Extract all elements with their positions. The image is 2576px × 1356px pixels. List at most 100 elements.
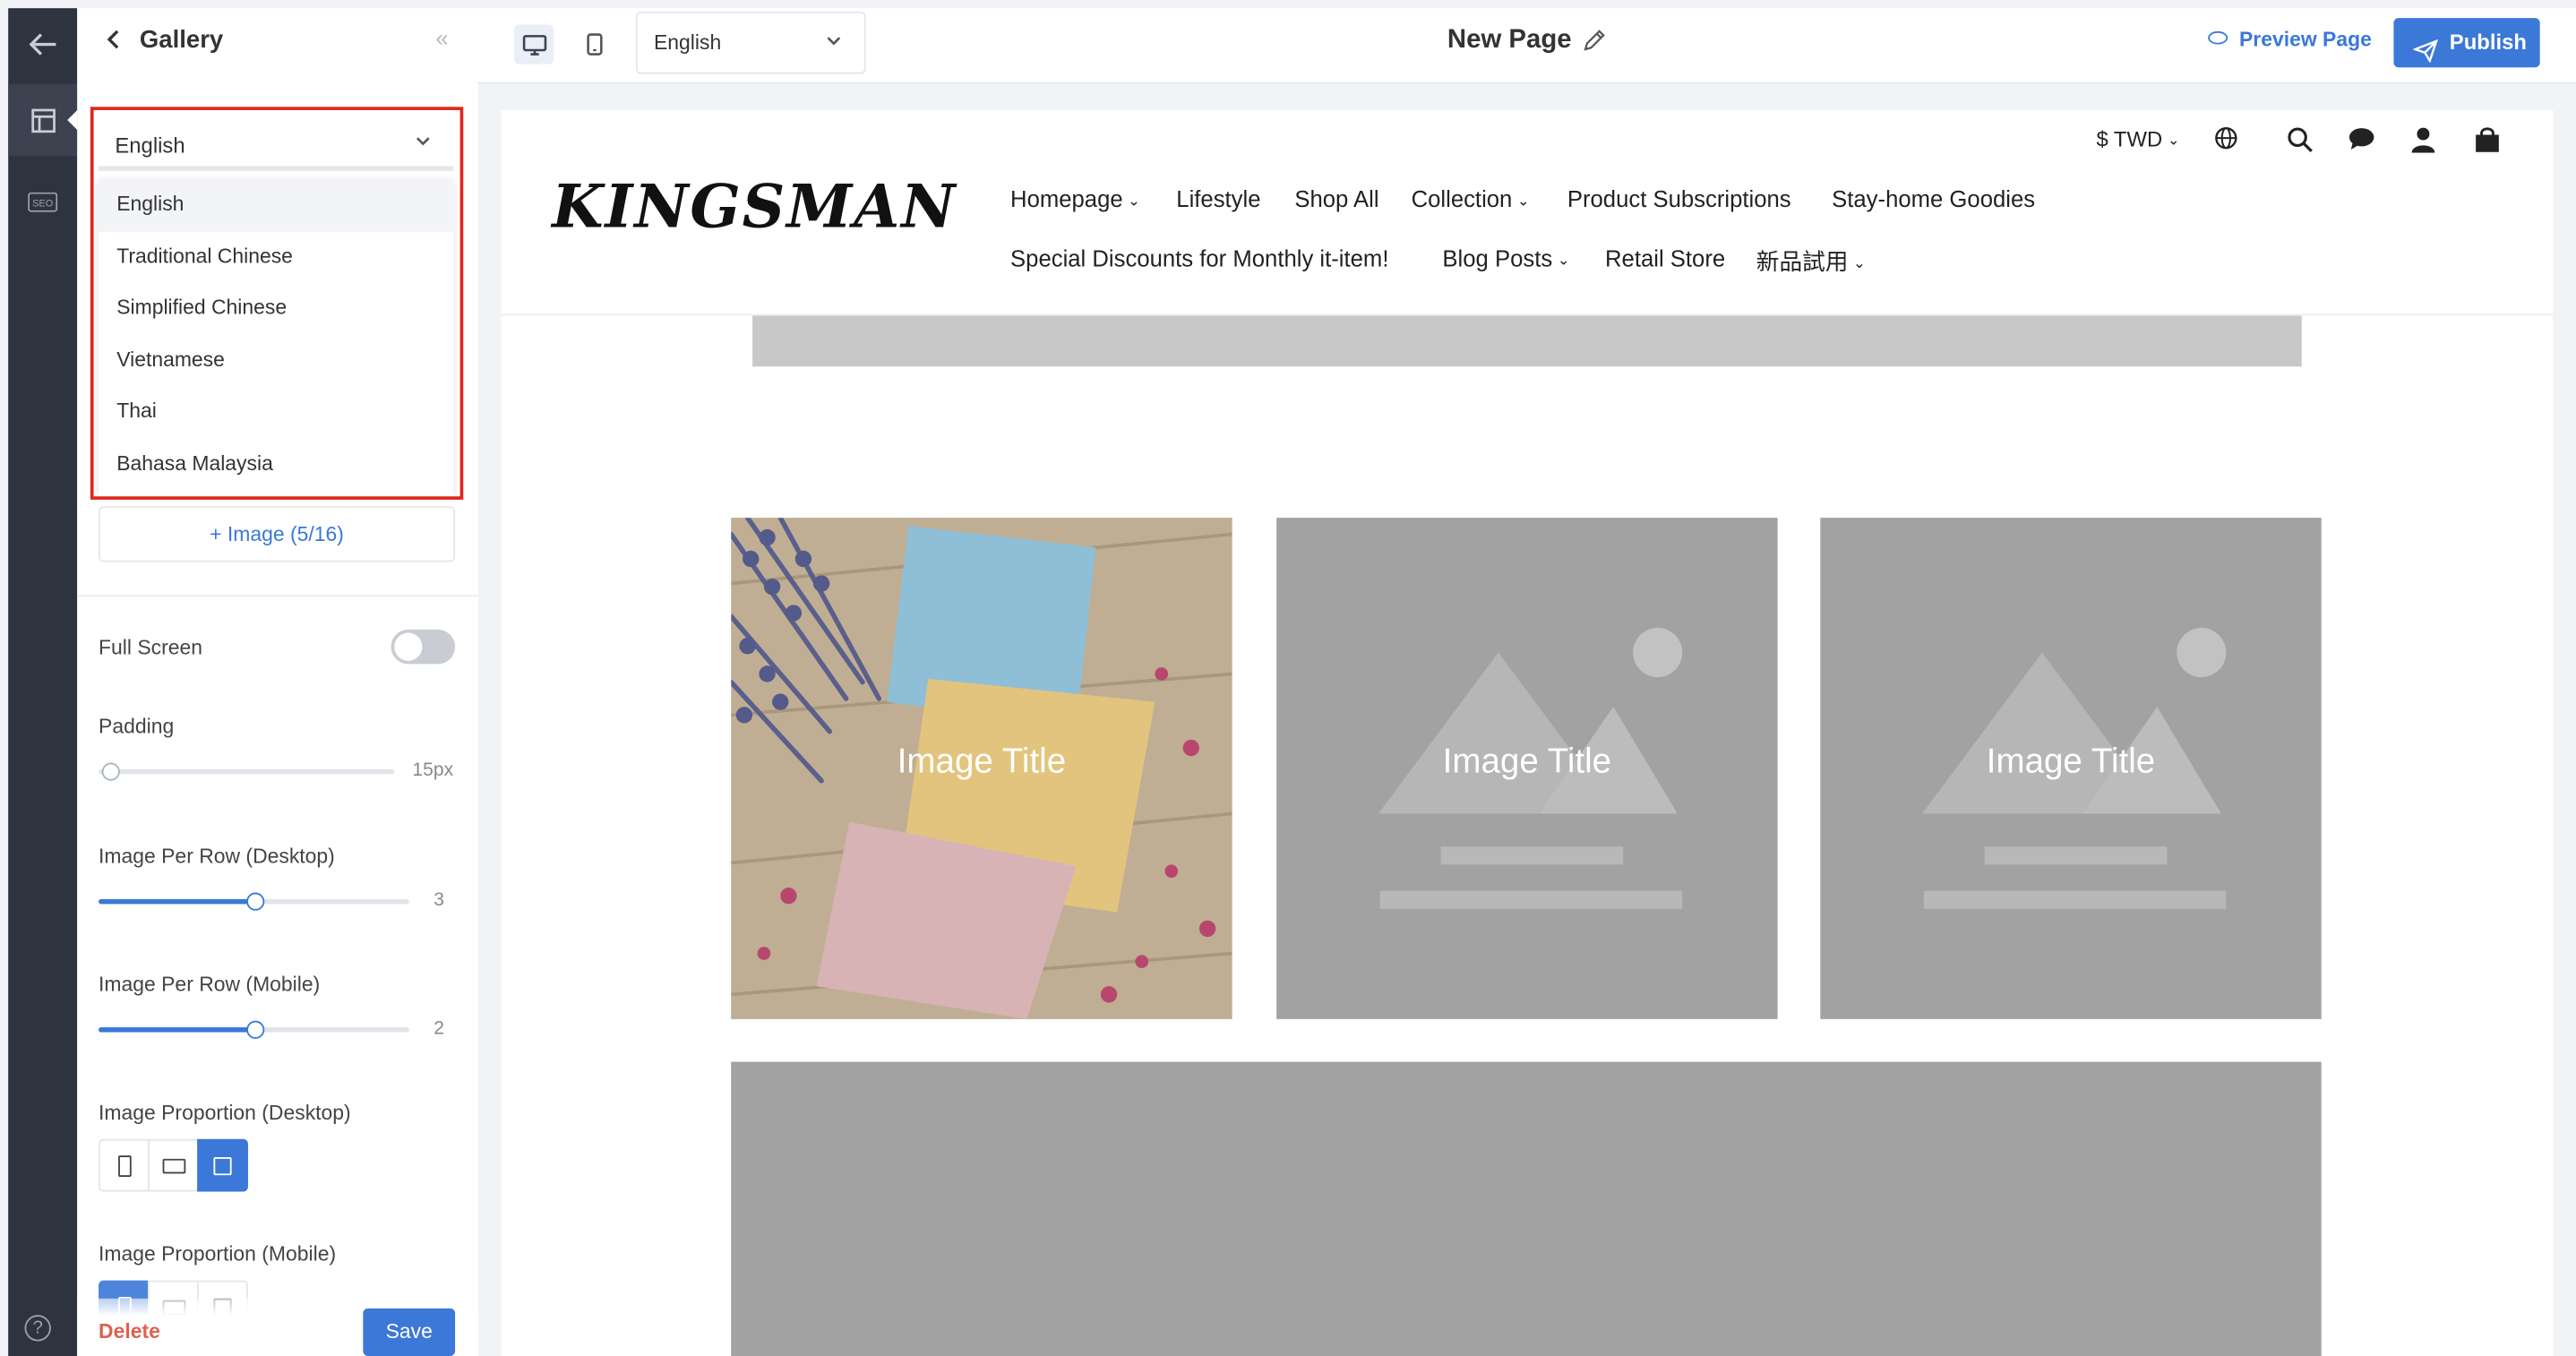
per-row-desktop-slider[interactable]	[99, 892, 409, 911]
per-row-mobile-slider[interactable]	[99, 1020, 409, 1039]
chevron-down-icon	[416, 133, 431, 151]
chevron-down-icon	[827, 33, 842, 51]
preview-page-label: Preview Page	[2239, 28, 2372, 51]
gallery-item-title: Image Title	[1986, 742, 2156, 781]
publish-label: Publish	[2449, 30, 2527, 55]
gallery-item-title: Image Title	[897, 742, 1067, 781]
currency-selector[interactable]: $ TWD ⌄	[2096, 126, 2179, 151]
per-row-desktop-slider-handle[interactable]	[245, 892, 264, 911]
chevron-down-icon: ⌄	[1557, 251, 1570, 269]
chevron-down-icon: ⌄	[1516, 192, 1530, 210]
portrait-proportion-button[interactable]	[99, 1138, 150, 1192]
delete-button[interactable]: Delete	[99, 1320, 160, 1343]
back-arrow-icon[interactable]	[8, 8, 77, 81]
gallery-image-2[interactable]: Image Title	[1276, 518, 1778, 1019]
landscape-icon	[161, 1157, 185, 1173]
padding-value: 15px	[412, 760, 454, 781]
topbar-language-select[interactable]: English	[635, 11, 866, 74]
language-select[interactable]: English	[99, 116, 454, 171]
language-option[interactable]: Thai	[99, 386, 453, 438]
send-icon	[2411, 31, 2439, 81]
nav-item-collection[interactable]: Collection ⌄	[1412, 185, 1530, 211]
svg-text:SEO: SEO	[32, 198, 54, 209]
full-screen-label: Full Screen	[99, 636, 203, 659]
mobile-view-icon[interactable]	[575, 25, 614, 64]
gallery-image-1[interactable]: Image Title	[731, 518, 1232, 1019]
gallery-item-title: Image Title	[1442, 742, 1612, 781]
nav-item-retail-store[interactable]: Retail Store	[1605, 245, 1725, 270]
full-screen-toggle[interactable]	[391, 629, 456, 665]
pencil-icon[interactable]	[1582, 28, 1607, 57]
portrait-icon	[117, 1154, 131, 1177]
chat-icon[interactable]	[2348, 126, 2375, 156]
per-row-desktop-value: 3	[434, 890, 444, 911]
site-logo[interactable]: KINGSMAN	[552, 173, 957, 242]
nav-item-shop-all[interactable]: Shop All	[1294, 185, 1378, 211]
publish-button[interactable]: Publish	[2393, 18, 2540, 68]
nav-item-homepage[interactable]: Homepage ⌄	[1010, 185, 1140, 211]
padding-label: Padding	[99, 715, 175, 739]
chevron-down-icon: ⌄	[1852, 254, 1866, 271]
square-proportion-button[interactable]	[197, 1138, 248, 1192]
save-button[interactable]: Save	[363, 1308, 456, 1356]
panel-header: Gallery «	[77, 8, 478, 73]
proportion-desktop-label: Image Proportion (Desktop)	[99, 1101, 351, 1125]
page-builder-window: SEO ? Gallery « English English Traditio…	[0, 0, 2576, 1356]
slider-fill	[99, 1027, 253, 1033]
nav-item-blog-posts[interactable]: Blog Posts ⌄	[1442, 245, 1569, 270]
settings-panel: Gallery « English English Traditional Ch…	[77, 8, 478, 1356]
collapse-panel-icon[interactable]: «	[435, 25, 448, 51]
nav-label: Blog Posts	[1442, 245, 1553, 271]
chevron-down-icon: ⌄	[1128, 192, 1141, 210]
proportion-mobile-label: Image Proportion (Mobile)	[99, 1242, 337, 1266]
topbar-language-value: English	[654, 30, 722, 55]
nav-item-special-discounts[interactable]: Special Discounts for Monthly it-item!	[1010, 245, 1388, 270]
panel-title: Gallery	[139, 26, 224, 55]
padding-slider-handle[interactable]	[100, 762, 119, 781]
language-option[interactable]: Bahasa Malaysia	[99, 438, 453, 490]
nav-item-lifestyle[interactable]: Lifestyle	[1176, 185, 1260, 211]
padding-slider[interactable]	[99, 762, 395, 781]
chevron-left-icon[interactable]	[107, 28, 120, 54]
currency-label: $ TWD	[2096, 126, 2163, 151]
desktop-view-icon[interactable]	[514, 24, 554, 64]
page-title: New Page	[1447, 26, 1572, 55]
per-row-mobile-slider-handle[interactable]	[245, 1020, 264, 1039]
banner-placeholder	[752, 315, 2302, 367]
help-icon[interactable]: ?	[24, 1315, 51, 1342]
nav-label: Collection	[1411, 185, 1513, 212]
layout-icon[interactable]	[8, 83, 78, 157]
language-option[interactable]: Vietnamese	[99, 334, 453, 386]
search-icon[interactable]	[2287, 126, 2313, 158]
chevron-down-icon: ⌄	[2167, 131, 2180, 149]
proportion-desktop-group	[99, 1138, 248, 1192]
gallery-image-placeholder-large	[731, 1061, 2322, 1356]
slider-fill	[99, 898, 253, 905]
language-dropdown-list: English Traditional Chinese Simplified C…	[99, 179, 454, 497]
user-icon[interactable]	[2410, 126, 2436, 158]
landscape-proportion-button[interactable]	[148, 1138, 199, 1192]
nav-label: Homepage	[1010, 185, 1123, 212]
per-row-mobile-value: 2	[434, 1018, 444, 1039]
nav-item-stay-home-goodies[interactable]: Stay-home Goodies	[1832, 185, 2035, 211]
square-icon	[213, 1156, 232, 1175]
language-option[interactable]: Traditional Chinese	[99, 231, 453, 283]
language-option[interactable]: English	[99, 179, 454, 231]
seo-icon[interactable]: SEO	[8, 166, 77, 238]
site-header: KINGSMAN $ TWD ⌄ Homepage ⌄ Lifestyle Shop…	[501, 109, 2554, 316]
nav-item-new-trial[interactable]: 新品試用 ⌄	[1756, 245, 1866, 278]
site-preview-canvas: KINGSMAN $ TWD ⌄ Homepage ⌄ Lifestyle Shop…	[501, 109, 2554, 1356]
language-select-value: English	[115, 133, 185, 159]
per-row-mobile-label: Image Per Row (Mobile)	[99, 973, 321, 997]
nav-label: 新品試用	[1756, 248, 1849, 275]
gallery-image-3[interactable]: Image Title	[1820, 518, 2322, 1019]
nav-item-product-subscriptions[interactable]: Product Subscriptions	[1567, 185, 1791, 211]
divider	[77, 595, 478, 597]
add-image-button[interactable]: + Image (5/16)	[99, 506, 456, 562]
globe-icon[interactable]	[2215, 126, 2238, 154]
shopping-bag-icon[interactable]	[2474, 126, 2500, 158]
preview-page-button[interactable]: Preview Page	[2208, 28, 2372, 51]
language-option[interactable]: Simplified Chinese	[99, 283, 453, 335]
per-row-desktop-label: Image Per Row (Desktop)	[99, 845, 335, 868]
left-rail: SEO ?	[8, 8, 78, 1356]
